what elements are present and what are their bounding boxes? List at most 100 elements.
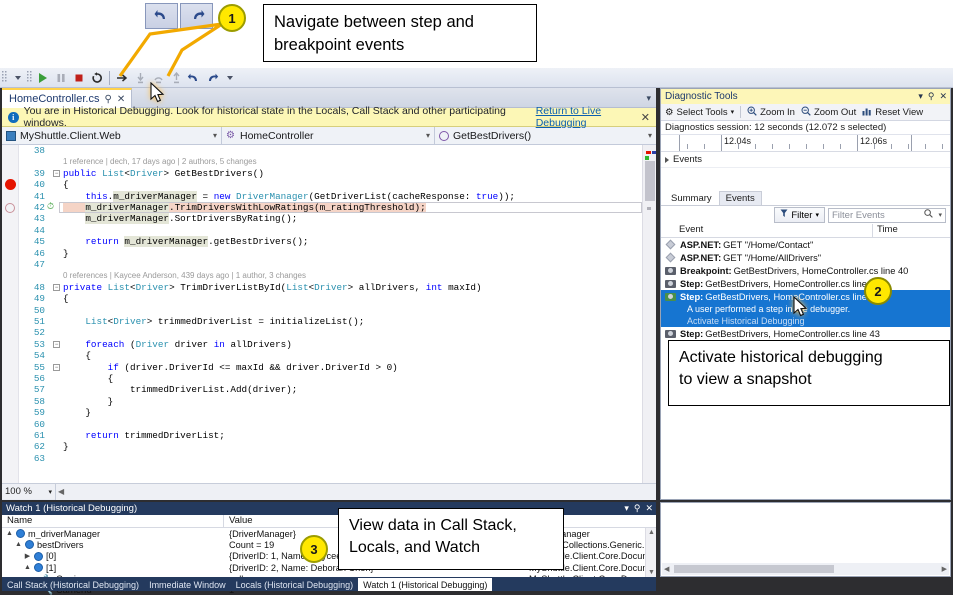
code-text[interactable]: { <box>63 293 69 304</box>
step-forward-button[interactable] <box>180 3 213 29</box>
pause-icon[interactable] <box>52 69 70 87</box>
editor-zoom-selector[interactable]: 100 % ▾ <box>2 483 56 500</box>
event-row[interactable]: Step: GetBestDrivers, HomeController.cs … <box>661 277 950 290</box>
code-lines[interactable]: 38 1 reference | dech, 17 days ago | 2 au… <box>19 145 656 483</box>
code-line[interactable]: 50 <box>19 305 656 316</box>
code-text[interactable]: public List<Driver> GetBestDrivers() <box>63 168 264 179</box>
code-line[interactable]: 63 <box>19 453 656 464</box>
bottom-tab[interactable]: Immediate Window <box>144 578 231 591</box>
chevron-down-icon[interactable]: ▾ <box>815 211 819 219</box>
event-row[interactable]: Step: GetBestDrivers, HomeController.cs … <box>661 327 950 340</box>
pin-icon[interactable]: ⚲ <box>928 91 935 102</box>
pin-icon[interactable]: ⚲ <box>634 503 641 514</box>
code-line[interactable]: 45 return m_driverManager.getBestDrivers… <box>19 236 656 248</box>
fold-toggle-icon[interactable]: − <box>53 169 60 177</box>
chevron-down-icon[interactable]: ▾ <box>624 503 629 514</box>
code-line[interactable]: 46} <box>19 248 656 259</box>
code-line[interactable]: 51 List<Driver> trimmedDriverList = init… <box>19 316 656 327</box>
step-back-forward-group[interactable] <box>145 3 213 29</box>
event-row[interactable]: ASP.NET: GET "/Home/AllDrivers" <box>661 251 950 264</box>
code-text[interactable]: { <box>63 179 69 190</box>
code-line[interactable]: 40 { <box>19 179 656 190</box>
diagnostic-tools-toolbar[interactable]: ⚙ Select Tools ▾ Zoom In Zoom Out Reset … <box>661 104 950 121</box>
chevron-down-icon[interactable]: ▾ <box>646 93 651 104</box>
code-line[interactable]: 59 } <box>19 407 656 418</box>
events-filter-row[interactable]: Filter ▾ Filter Events ▾ <box>661 206 950 224</box>
code-line[interactable]: 41 this.m_driverManager = new DriverMana… <box>19 190 656 202</box>
bottom-tab[interactable]: Locals (Historical Debugging) <box>231 578 359 591</box>
step-backward-button[interactable] <box>145 3 178 29</box>
event-row[interactable]: Breakpoint: GetBestDrivers, HomeControll… <box>661 264 950 277</box>
debug-toolbar[interactable] <box>0 68 953 88</box>
code-text[interactable]: { <box>63 350 91 361</box>
code-line[interactable]: 54 { <box>19 350 656 361</box>
code-line[interactable]: 57 trimmedDriverList.Add(driver); <box>19 384 656 395</box>
reset-view-button[interactable]: Reset View <box>862 106 923 119</box>
expander-icon[interactable]: ▲ <box>6 530 13 537</box>
code-line[interactable]: 43 m_driverManager.SortDriversByRating()… <box>19 213 656 225</box>
code-text[interactable]: } <box>63 248 69 259</box>
scrollbar-thumb[interactable] <box>645 161 655 201</box>
code-line[interactable]: 39− public List<Driver> GetBestDrivers() <box>19 168 656 179</box>
zoom-out-button[interactable]: Zoom Out <box>801 105 856 119</box>
chevron-down-icon[interactable]: ▾ <box>48 488 52 496</box>
codelens-text[interactable]: 0 references | Kaycee Anderson, 439 days… <box>63 270 306 281</box>
code-line[interactable]: 49 { <box>19 293 656 304</box>
watch-vertical-scrollbar[interactable]: ▲ ▼ <box>645 528 656 577</box>
events-track-row[interactable]: Events <box>661 152 950 168</box>
breakpoint-margin[interactable] <box>2 145 19 483</box>
code-text[interactable]: { <box>63 373 114 384</box>
toolbar-overflow-icon[interactable] <box>9 69 27 87</box>
code-line[interactable]: 47 <box>19 259 656 270</box>
code-text[interactable]: } <box>63 407 91 418</box>
return-to-live-debugging-link[interactable]: Return to Live Debugging <box>536 105 650 129</box>
search-icon[interactable] <box>924 209 933 221</box>
diagnostic-tab-summary[interactable]: Summary <box>665 192 718 205</box>
diagnostic-tab-events[interactable]: Events <box>718 191 762 205</box>
fold-toggle-icon[interactable]: − <box>53 283 60 291</box>
namespace-dropdown[interactable]: MyShuttle.Client.Web ▾ <box>2 127 222 144</box>
close-icon[interactable]: ✕ <box>117 94 125 105</box>
bottom-tab[interactable]: Watch 1 (Historical Debugging) <box>358 578 493 591</box>
chevron-down-icon[interactable]: ▾ <box>426 131 430 140</box>
close-icon[interactable]: ✕ <box>645 503 653 514</box>
code-text[interactable]: trimmedDriverList.Add(driver); <box>63 384 297 395</box>
code-line[interactable]: 48− private List<Driver> TrimDriverListBy… <box>19 282 656 293</box>
code-line[interactable]: 53− foreach (Driver driver in allDrivers… <box>19 339 656 350</box>
scroll-left-icon[interactable]: ◀ <box>58 487 64 496</box>
code-text[interactable]: } <box>63 441 69 452</box>
expander-icon[interactable]: ▶ <box>24 552 31 560</box>
step-forward-icon[interactable] <box>203 69 221 87</box>
codelens-text[interactable]: 1 reference | dech, 17 days ago | 2 auth… <box>63 156 257 167</box>
code-text[interactable]: foreach (Driver driver in allDrivers) <box>63 339 291 350</box>
scroll-up-icon[interactable]: ▲ <box>648 529 655 536</box>
code-text[interactable]: if (driver.DriverId <= maxId && driver.D… <box>63 362 398 373</box>
chevron-down-icon[interactable]: ▾ <box>648 131 652 140</box>
code-line[interactable]: 61 return trimmedDriverList; <box>19 430 656 441</box>
code-line[interactable]: 62} <box>19 441 656 452</box>
pin-icon[interactable]: ⚲ <box>104 94 111 105</box>
code-text[interactable]: this.m_driverManager = new DriverManager… <box>63 190 515 202</box>
code-line[interactable]: 52 <box>19 327 656 338</box>
step-out-icon[interactable] <box>167 69 185 87</box>
step-into-icon[interactable] <box>131 69 149 87</box>
watch-name-cell[interactable]: ▲ bestDrivers <box>2 540 224 550</box>
code-line[interactable]: 44 <box>19 225 656 236</box>
code-line[interactable]: 56 { <box>19 373 656 384</box>
chevron-down-icon[interactable]: ▾ <box>918 91 923 102</box>
expander-icon[interactable]: ▲ <box>15 541 22 548</box>
watch-name-cell[interactable]: ▲ [1] <box>2 563 224 573</box>
scroll-down-icon[interactable]: ▼ <box>648 569 655 576</box>
event-row[interactable]: ASP.NET: GET "/Home/Contact" <box>661 238 950 251</box>
code-line[interactable]: 38 <box>19 145 656 156</box>
restart-icon[interactable] <box>88 69 106 87</box>
chevron-down-icon[interactable]: ▾ <box>213 131 217 140</box>
watch-name-cell[interactable]: ▶ [0] <box>2 551 224 561</box>
code-line[interactable]: 58 } <box>19 396 656 407</box>
code-vertical-scrollbar[interactable] <box>642 145 656 483</box>
code-text[interactable]: List<Driver> trimmedDriverList = initial… <box>63 316 364 327</box>
fold-toggle-icon[interactable]: − <box>53 363 60 371</box>
bottom-tool-window-tabs[interactable]: Call Stack (Historical Debugging) Immedia… <box>2 577 656 591</box>
scrollbar-thumb[interactable] <box>674 565 834 573</box>
code-horizontal-scrollbar[interactable]: ◀ <box>56 483 656 500</box>
